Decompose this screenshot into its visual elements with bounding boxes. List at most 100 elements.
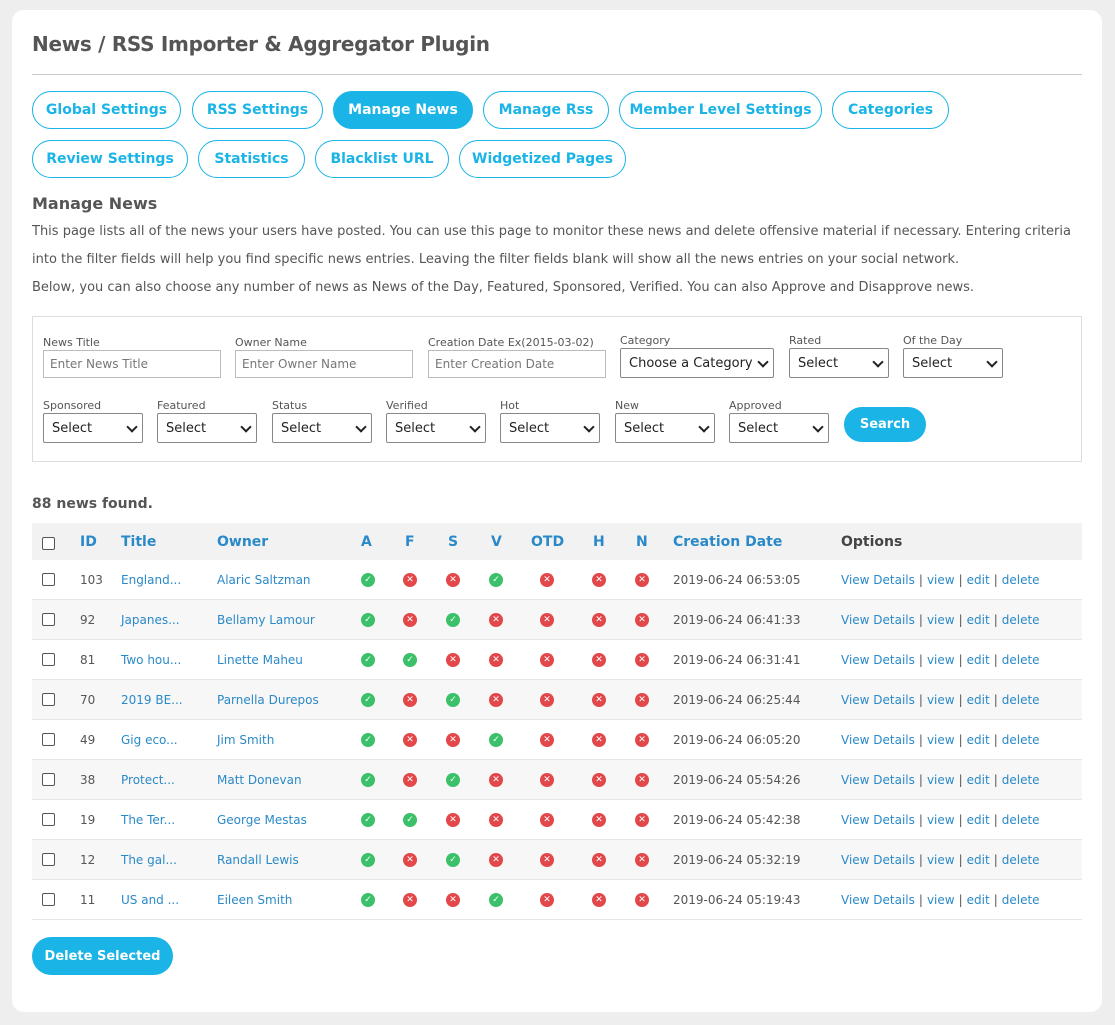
view-details-link[interactable]: View Details [841, 693, 915, 707]
check-circle-icon[interactable]: ✓ [489, 573, 503, 587]
cross-circle-icon[interactable]: ✕ [635, 773, 649, 787]
tab-categories[interactable]: Categories [832, 91, 949, 129]
edit-link[interactable]: edit [967, 613, 990, 627]
tab-member-level-settings[interactable]: Member Level Settings [619, 91, 822, 129]
row-checkbox[interactable] [42, 613, 55, 626]
check-circle-icon[interactable]: ✓ [403, 813, 417, 827]
delete-link[interactable]: delete [1002, 813, 1040, 827]
cross-circle-icon[interactable]: ✕ [592, 773, 606, 787]
row-owner-link[interactable]: Jim Smith [217, 720, 274, 760]
check-circle-icon[interactable]: ✓ [446, 853, 460, 867]
delete-link[interactable]: delete [1002, 773, 1040, 787]
row-title-link[interactable]: US and ... [121, 880, 179, 920]
row-title-link[interactable]: The Ter... [121, 800, 175, 840]
cross-circle-icon[interactable]: ✕ [446, 733, 460, 747]
cross-circle-icon[interactable]: ✕ [540, 773, 554, 787]
check-circle-icon[interactable]: ✓ [446, 693, 460, 707]
tab-manage-rss[interactable]: Manage Rss [483, 91, 609, 129]
view-details-link[interactable]: View Details [841, 893, 915, 907]
cross-circle-icon[interactable]: ✕ [635, 693, 649, 707]
news-title-input[interactable] [43, 350, 221, 378]
view-details-link[interactable]: View Details [841, 653, 915, 667]
featured-select[interactable]: Select [157, 413, 257, 443]
col-featured[interactable]: F [405, 523, 415, 560]
row-title-link[interactable]: Protect... [121, 760, 175, 800]
cross-circle-icon[interactable]: ✕ [489, 693, 503, 707]
row-owner-link[interactable]: Linette Maheu [217, 640, 303, 680]
delete-link[interactable]: delete [1002, 853, 1040, 867]
check-circle-icon[interactable]: ✓ [489, 733, 503, 747]
check-circle-icon[interactable]: ✓ [361, 653, 375, 667]
delete-link[interactable]: delete [1002, 573, 1040, 587]
row-title-link[interactable]: Gig eco... [121, 720, 178, 760]
cross-circle-icon[interactable]: ✕ [540, 693, 554, 707]
check-circle-icon[interactable]: ✓ [361, 773, 375, 787]
cross-circle-icon[interactable]: ✕ [446, 653, 460, 667]
cross-circle-icon[interactable]: ✕ [592, 893, 606, 907]
cross-circle-icon[interactable]: ✕ [403, 613, 417, 627]
cross-circle-icon[interactable]: ✕ [403, 573, 417, 587]
view-details-link[interactable]: View Details [841, 813, 915, 827]
cross-circle-icon[interactable]: ✕ [403, 693, 417, 707]
cross-circle-icon[interactable]: ✕ [592, 613, 606, 627]
cross-circle-icon[interactable]: ✕ [635, 893, 649, 907]
tab-statistics[interactable]: Statistics [198, 140, 305, 178]
category-select[interactable]: Choose a Category [620, 348, 774, 378]
cross-circle-icon[interactable]: ✕ [540, 893, 554, 907]
view-details-link[interactable]: View Details [841, 733, 915, 747]
view-link[interactable]: view [927, 853, 955, 867]
sponsored-select[interactable]: Select [43, 413, 143, 443]
row-title-link[interactable]: 2019 BE... [121, 680, 183, 720]
cross-circle-icon[interactable]: ✕ [403, 733, 417, 747]
col-title[interactable]: Title [121, 523, 156, 560]
cross-circle-icon[interactable]: ✕ [489, 853, 503, 867]
row-owner-link[interactable]: Eileen Smith [217, 880, 292, 920]
approved-select[interactable]: Select [729, 413, 829, 443]
edit-link[interactable]: edit [967, 853, 990, 867]
edit-link[interactable]: edit [967, 893, 990, 907]
hot-select[interactable]: Select [500, 413, 600, 443]
cross-circle-icon[interactable]: ✕ [540, 733, 554, 747]
cross-circle-icon[interactable]: ✕ [403, 893, 417, 907]
check-circle-icon[interactable]: ✓ [403, 653, 417, 667]
row-checkbox[interactable] [42, 813, 55, 826]
view-details-link[interactable]: View Details [841, 613, 915, 627]
cross-circle-icon[interactable]: ✕ [540, 613, 554, 627]
check-circle-icon[interactable]: ✓ [361, 613, 375, 627]
view-details-link[interactable]: View Details [841, 573, 915, 587]
delete-link[interactable]: delete [1002, 613, 1040, 627]
col-sponsored[interactable]: S [448, 523, 458, 560]
cross-circle-icon[interactable]: ✕ [592, 693, 606, 707]
check-circle-icon[interactable]: ✓ [446, 773, 460, 787]
col-approved[interactable]: A [361, 523, 372, 560]
view-link[interactable]: view [927, 693, 955, 707]
view-link[interactable]: view [927, 613, 955, 627]
row-checkbox[interactable] [42, 733, 55, 746]
view-link[interactable]: view [927, 773, 955, 787]
cross-circle-icon[interactable]: ✕ [635, 733, 649, 747]
delete-selected-button[interactable]: Delete Selected [32, 937, 173, 975]
edit-link[interactable]: edit [967, 733, 990, 747]
cross-circle-icon[interactable]: ✕ [446, 893, 460, 907]
creation-date-input[interactable] [428, 350, 606, 378]
cross-circle-icon[interactable]: ✕ [540, 573, 554, 587]
cross-circle-icon[interactable]: ✕ [592, 573, 606, 587]
verified-select[interactable]: Select [386, 413, 486, 443]
cross-circle-icon[interactable]: ✕ [446, 813, 460, 827]
tab-review-settings[interactable]: Review Settings [32, 140, 188, 178]
col-creation-date[interactable]: Creation Date [673, 523, 782, 560]
row-owner-link[interactable]: Matt Donevan [217, 760, 302, 800]
row-checkbox[interactable] [42, 693, 55, 706]
cross-circle-icon[interactable]: ✕ [540, 653, 554, 667]
rated-select[interactable]: Select [789, 348, 889, 378]
cross-circle-icon[interactable]: ✕ [403, 773, 417, 787]
owner-name-input[interactable] [235, 350, 413, 378]
tab-global-settings[interactable]: Global Settings [32, 91, 181, 129]
row-title-link[interactable]: The gal... [121, 840, 177, 880]
cross-circle-icon[interactable]: ✕ [592, 813, 606, 827]
cross-circle-icon[interactable]: ✕ [403, 853, 417, 867]
cross-circle-icon[interactable]: ✕ [592, 653, 606, 667]
row-checkbox[interactable] [42, 773, 55, 786]
check-circle-icon[interactable]: ✓ [489, 893, 503, 907]
view-link[interactable]: view [927, 653, 955, 667]
